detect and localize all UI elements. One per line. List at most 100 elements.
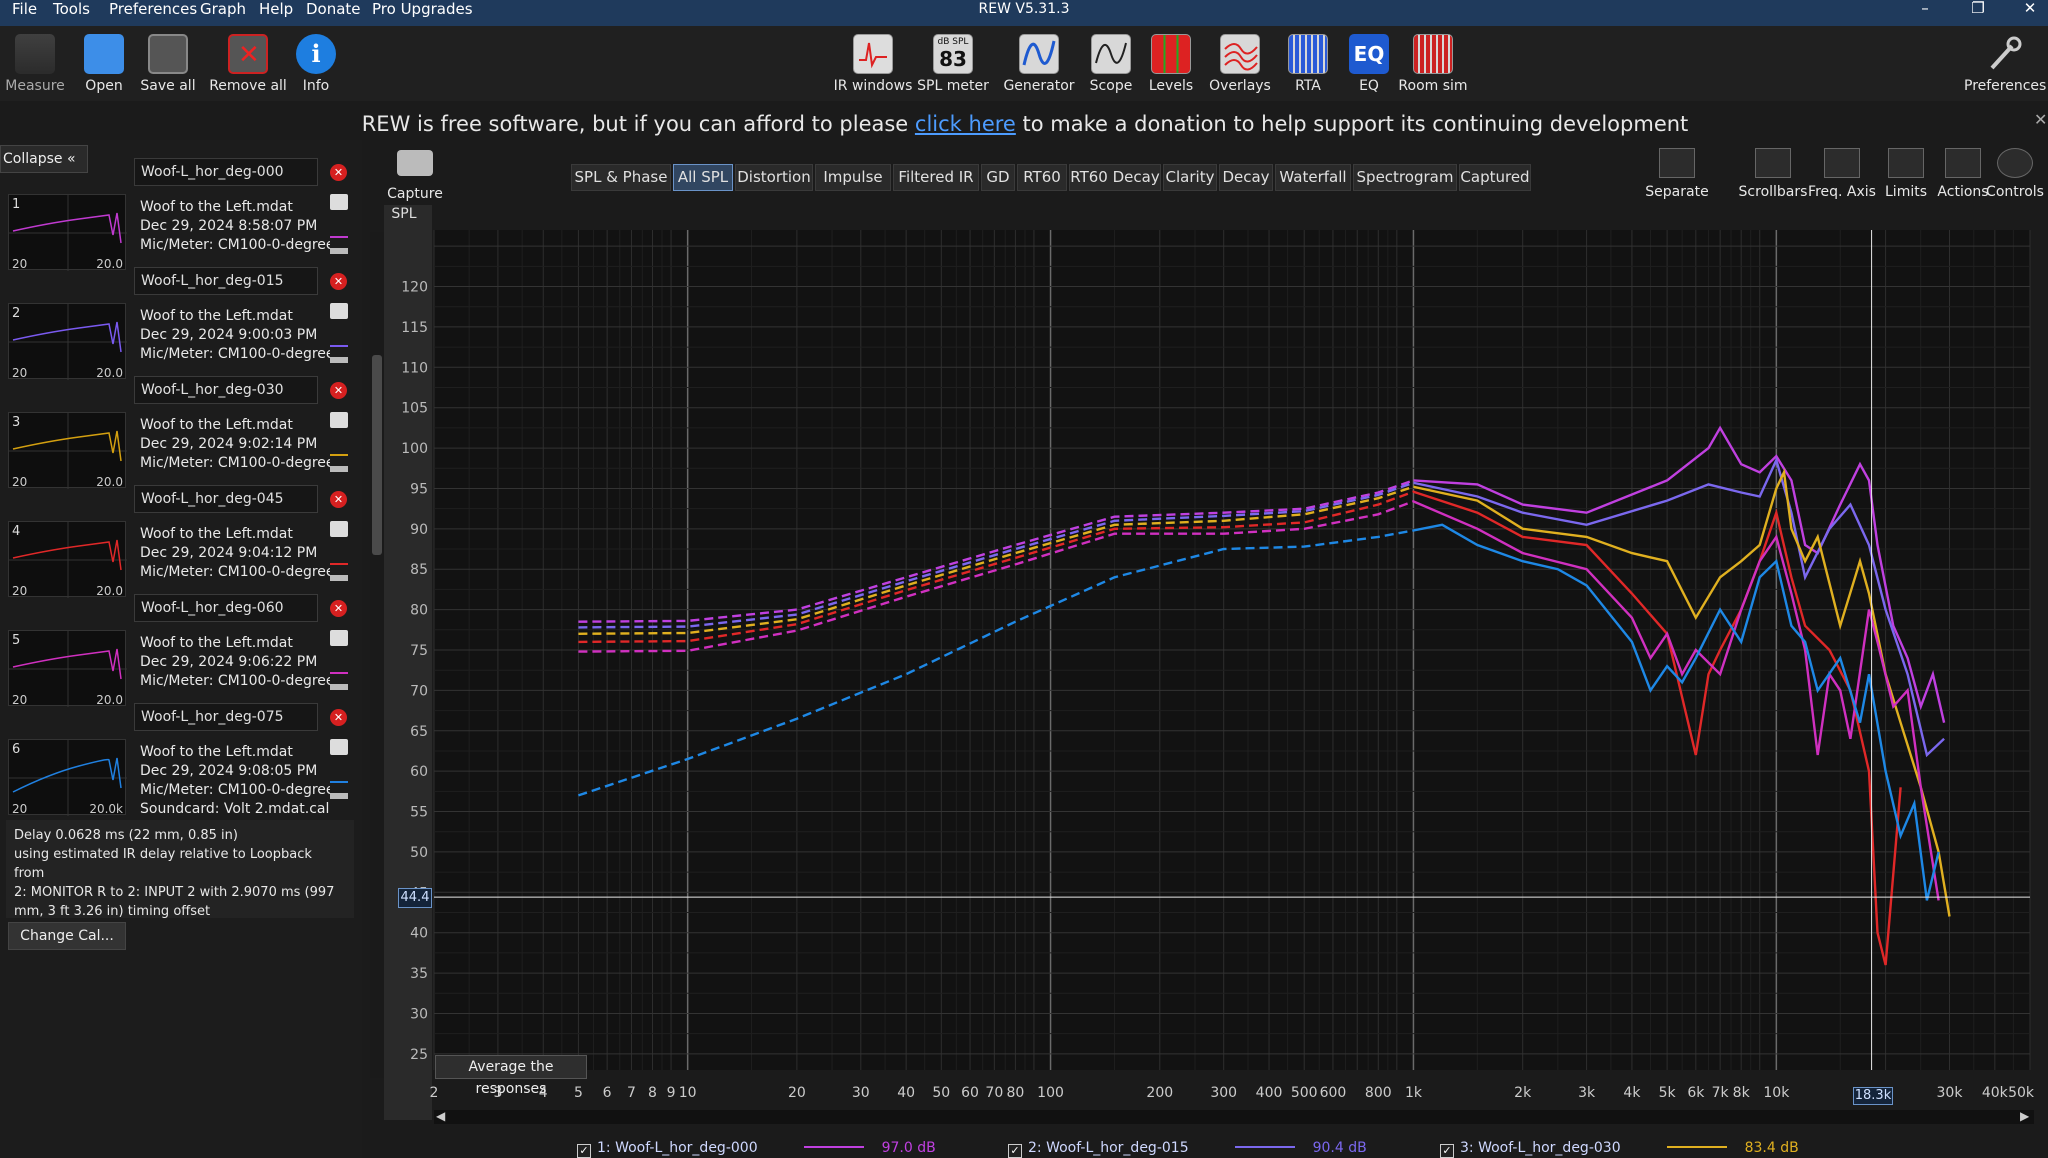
edit-notes-icon[interactable]	[330, 412, 348, 428]
trace-color-icon[interactable]	[330, 440, 348, 456]
minimize-icon[interactable]: –	[1905, 0, 1945, 18]
main-toolbar: Measure Open Save all ✕ Remove all i Inf…	[0, 26, 2048, 101]
tab-distortion[interactable]: Distortion	[735, 164, 813, 191]
edit-notes-icon[interactable]	[330, 194, 348, 210]
measurement-thumbnail[interactable]: 2 20 20.0	[8, 303, 127, 380]
measurement-date: Dec 29, 2024 9:00:03 PM	[140, 327, 318, 343]
trace-color-icon[interactable]	[330, 767, 348, 783]
remove-measurement-icon[interactable]: ✕	[330, 600, 347, 617]
change-cal-button[interactable]: Change Cal...	[8, 922, 126, 950]
donation-link[interactable]: click here	[915, 112, 1016, 136]
tab-spectrogram[interactable]: Spectrogram	[1353, 164, 1457, 191]
capture-button[interactable]: Capture	[380, 150, 450, 202]
measurement-name-field[interactable]: Woof-L_hor_deg-060	[134, 594, 318, 622]
tab-impulse[interactable]: Impulse	[815, 164, 891, 191]
edit-notes-icon[interactable]	[330, 630, 348, 646]
lock-icon[interactable]	[330, 248, 348, 254]
dismiss-banner-icon[interactable]: ✕	[2034, 110, 2047, 129]
lock-icon[interactable]	[330, 684, 348, 690]
trace-color-icon[interactable]	[330, 658, 348, 674]
legend-entry[interactable]: ✓ 1: Woof-L_hor_deg-000 97.0 dB	[577, 1140, 936, 1158]
lock-icon[interactable]	[330, 357, 348, 363]
scrollbars-button[interactable]: Scrollbars	[1735, 148, 1811, 200]
legend-checkbox[interactable]: ✓	[1440, 1144, 1454, 1158]
measurement-date: Dec 29, 2024 8:58:07 PM	[140, 218, 318, 234]
tab-gd[interactable]: GD	[981, 164, 1015, 191]
measurement-thumbnail[interactable]: 5 20 20.0	[8, 630, 127, 707]
collapse-button[interactable]: Collapse «	[0, 145, 88, 173]
legend-entry[interactable]: ✓ 2: Woof-L_hor_deg-015 90.4 dB	[1008, 1140, 1367, 1158]
remove-measurement-icon[interactable]: ✕	[330, 164, 347, 181]
spl-meter-button[interactable]: dB SPL 83 SPL meter	[913, 34, 993, 94]
lock-icon[interactable]	[330, 466, 348, 472]
legend-swatch	[803, 1146, 864, 1148]
close-window-icon[interactable]: ✕	[2010, 0, 2048, 18]
tab-decay[interactable]: Decay	[1219, 164, 1273, 191]
edit-notes-icon[interactable]	[330, 303, 348, 319]
legend-checkbox[interactable]: ✓	[1008, 1144, 1022, 1158]
average-responses-button[interactable]: Average the responses	[435, 1055, 587, 1097]
remove-measurement-icon[interactable]: ✕	[330, 491, 347, 508]
measurement-mic: Mic/Meter: CM100-0-degree	[140, 673, 330, 689]
scroll-right-icon[interactable]: ▶	[2020, 1109, 2029, 1123]
generator-button[interactable]: Generator	[999, 34, 1079, 94]
remove-measurement-icon[interactable]: ✕	[330, 709, 347, 726]
info-button[interactable]: i Info	[276, 34, 356, 94]
tab-spl-phase[interactable]: SPL & Phase	[571, 164, 671, 191]
measurement-thumbnail[interactable]: 6 20 20.0k	[8, 739, 127, 816]
tab-clarity[interactable]: Clarity	[1163, 164, 1217, 191]
edit-notes-icon[interactable]	[330, 739, 348, 755]
measurement-thumbnail[interactable]: 1 20 20.0	[8, 194, 127, 271]
measurement-date: Dec 29, 2024 9:08:05 PM	[140, 763, 318, 779]
tab-rt60[interactable]: RT60	[1017, 164, 1067, 191]
list-scrollbar-thumb[interactable]	[372, 355, 382, 555]
remove-measurement-icon[interactable]: ✕	[330, 273, 347, 290]
measurement-name-field[interactable]: Woof-L_hor_deg-015	[134, 267, 318, 295]
cursor-y-readout: 44.4	[398, 888, 432, 908]
tab-all-spl[interactable]: All SPL	[673, 164, 733, 191]
restore-icon[interactable]: ❐	[1958, 0, 1998, 18]
y-tick-label: 80	[410, 603, 428, 619]
save-all-button[interactable]: Save all	[128, 34, 208, 94]
y-axis-label: SPL	[391, 206, 416, 222]
legend-series-name: 3: Woof-L_hor_deg-030	[1460, 1140, 1621, 1156]
legend-entry[interactable]: ✓ 3: Woof-L_hor_deg-030 83.4 dB	[1440, 1140, 1799, 1158]
y-tick-label: 110	[401, 360, 428, 376]
x-tick-label: 7k	[1712, 1085, 1730, 1101]
trace-color-icon[interactable]	[330, 549, 348, 565]
measurement-thumbnail[interactable]: 3 20 20.0	[8, 412, 127, 489]
trace-color-icon[interactable]	[330, 222, 348, 238]
lock-icon[interactable]	[330, 793, 348, 799]
ir-windows-button[interactable]: IR windows	[833, 34, 913, 94]
tab-filtered-ir[interactable]: Filtered IR	[893, 164, 979, 191]
room-sim-button[interactable]: Room sim	[1393, 34, 1473, 94]
lock-icon[interactable]	[330, 575, 348, 581]
tab-waterfall[interactable]: Waterfall	[1275, 164, 1351, 191]
measurement-thumbnail[interactable]: 4 20 20.0	[8, 521, 127, 598]
measurement-date: Dec 29, 2024 9:04:12 PM	[140, 545, 318, 561]
levels-button[interactable]: Levels	[1131, 34, 1211, 94]
measurement-name-field[interactable]: Woof-L_hor_deg-030	[134, 376, 318, 404]
remove-all-icon: ✕	[228, 34, 268, 74]
graph-horizontal-scrollbar[interactable]	[434, 1110, 2034, 1124]
x-tick-label: 3k	[1578, 1085, 1596, 1101]
measurement-name-field[interactable]: Woof-L_hor_deg-045	[134, 485, 318, 513]
legend-checkbox[interactable]: ✓	[577, 1144, 591, 1158]
x-tick-label: 4k	[1623, 1085, 1641, 1101]
measurement-name-field[interactable]: Woof-L_hor_deg-000	[134, 158, 318, 186]
x-tick-label: 800	[1365, 1085, 1392, 1101]
tab-captured[interactable]: Captured	[1459, 164, 1531, 191]
measurement-file: Woof to the Left.mdat	[140, 199, 293, 215]
tab-rt60-decay[interactable]: RT60 Decay	[1069, 164, 1161, 191]
edit-notes-icon[interactable]	[330, 521, 348, 537]
trace-color-icon[interactable]	[330, 331, 348, 347]
measurement-name-field[interactable]: Woof-L_hor_deg-075	[134, 703, 318, 731]
separate-button[interactable]: Separate	[1639, 148, 1715, 200]
x-tick-label: 10	[679, 1085, 697, 1101]
remove-measurement-icon[interactable]: ✕	[330, 382, 347, 399]
scroll-left-icon[interactable]: ◀	[436, 1109, 445, 1123]
spl-plot[interactable]: 2530354045505560657075808590951001051101…	[384, 205, 2034, 1125]
controls-button[interactable]: Controls	[1985, 148, 2045, 200]
wrench-icon	[1984, 34, 2024, 74]
preferences-button[interactable]: Preferences	[1964, 34, 2046, 94]
